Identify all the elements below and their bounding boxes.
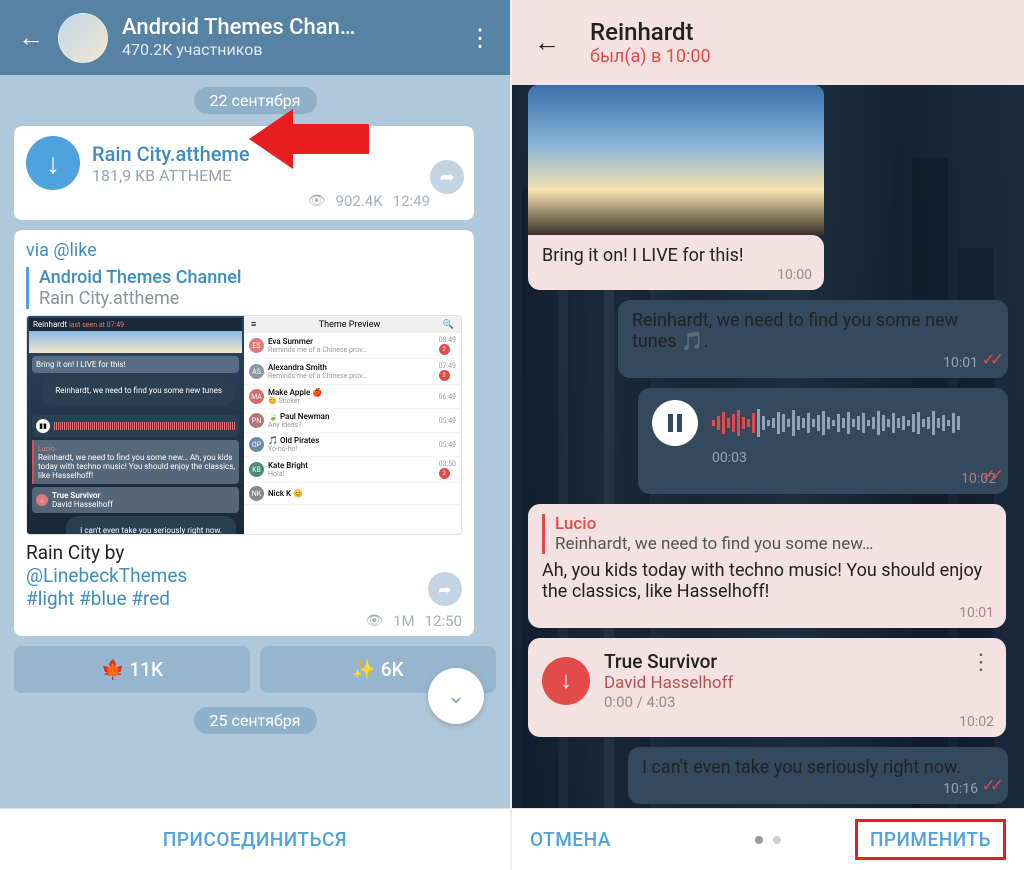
file-name: Rain City.attheme bbox=[92, 142, 250, 166]
reply-quote[interactable]: Lucio Reinhardt, we need to find you som… bbox=[542, 514, 992, 554]
back-icon[interactable]: ← bbox=[18, 22, 58, 53]
right-screenshot: ← Reinhardt был(а) в 10:00 Bring it on! … bbox=[512, 0, 1024, 870]
share-icon[interactable]: ➦ bbox=[430, 160, 464, 194]
share-icon[interactable]: ➦ bbox=[428, 572, 462, 606]
channel-title[interactable]: Android Themes Chan… bbox=[122, 16, 355, 40]
file-meta: 181,9 KB ATTHEME bbox=[92, 166, 250, 185]
channel-avatar[interactable] bbox=[58, 13, 108, 63]
message-in-quoted[interactable]: Lucio Reinhardt, we need to find you som… bbox=[528, 504, 1006, 628]
file-message[interactable]: ↓ Rain City.attheme 181,9 KB ATTHEME 👁 9… bbox=[14, 126, 474, 220]
vote-buttons: 🍁 11K ✨ 6K bbox=[14, 646, 496, 693]
page-dots bbox=[755, 836, 781, 844]
voice-message[interactable]: 00:03 10:02 ✓✓ bbox=[638, 388, 1008, 494]
channel-header: ← Android Themes Chan… 470.2K участников… bbox=[0, 0, 510, 75]
cancel-button[interactable]: ОТМЕНА bbox=[530, 828, 611, 851]
chat-title[interactable]: Reinhardt bbox=[590, 18, 711, 46]
download-icon[interactable]: ↓ bbox=[26, 136, 80, 190]
message-out[interactable]: I can't even take you seriously right no… bbox=[628, 747, 1008, 804]
file-views: 902.4K bbox=[336, 192, 383, 210]
back-icon[interactable]: ← bbox=[534, 27, 590, 58]
message-out[interactable]: Reinhardt, we need to find you some new … bbox=[618, 300, 1008, 378]
left-screenshot: ← Android Themes Chan… 470.2K участников… bbox=[0, 0, 512, 870]
read-ticks-icon: ✓✓ bbox=[982, 350, 999, 370]
views-icon: 👁 bbox=[365, 613, 383, 629]
via-link[interactable]: via @like bbox=[26, 240, 462, 261]
reply-quote[interactable]: Android Themes Channel Rain City.attheme bbox=[26, 267, 462, 309]
theme-actions: ОТМЕНА ПРИМЕНИТЬ bbox=[512, 808, 1024, 870]
chat-area-left: 22 сентября ↓ Rain City.attheme 181,9 KB… bbox=[0, 75, 510, 808]
pause-icon[interactable] bbox=[652, 400, 698, 446]
kebab-icon[interactable]: ⋮ bbox=[970, 650, 992, 675]
chat-subtitle: был(а) в 10:00 bbox=[590, 46, 711, 67]
waveform[interactable] bbox=[712, 407, 994, 439]
views-icon: 👁 bbox=[308, 193, 326, 209]
read-ticks-icon: ✓✓ bbox=[982, 776, 999, 796]
image-attachment[interactable] bbox=[528, 85, 824, 235]
apply-button[interactable]: ПРИМЕНИТЬ bbox=[855, 819, 1006, 860]
download-icon[interactable]: ↓ bbox=[542, 657, 590, 705]
file-time: 12:49 bbox=[393, 192, 430, 210]
annotation-arrow bbox=[249, 114, 369, 164]
vote-a[interactable]: 🍁 11K bbox=[14, 646, 250, 693]
channel-subtitle: 470.2K участников bbox=[122, 40, 355, 59]
more-icon[interactable]: ⋮ bbox=[468, 24, 492, 52]
message-in[interactable]: Bring it on! I LIVE for this! 10:00 bbox=[528, 235, 824, 290]
date-separator: 25 сентября bbox=[194, 707, 317, 734]
audio-file-message[interactable]: ↓ True Survivor David Hasselhoff 0:00 / … bbox=[528, 638, 1006, 737]
theme-preview-image: Reinhardt last seen at 07:49 Bring it on… bbox=[26, 315, 462, 535]
caption: Rain City by @LinebeckThemes #light #blu… bbox=[26, 541, 187, 610]
chat-header: ← Reinhardt был(а) в 10:00 bbox=[512, 0, 1024, 85]
join-button[interactable]: ПРИСОЕДИНИТЬСЯ bbox=[0, 808, 510, 870]
read-ticks-icon: ✓✓ bbox=[982, 466, 999, 486]
scroll-down-fab[interactable]: ⌄ bbox=[428, 668, 484, 724]
chat-area-right: Bring it on! I LIVE for this! 10:00 Rein… bbox=[512, 85, 1024, 808]
preview-message[interactable]: via @like Android Themes Channel Rain Ci… bbox=[14, 230, 474, 636]
